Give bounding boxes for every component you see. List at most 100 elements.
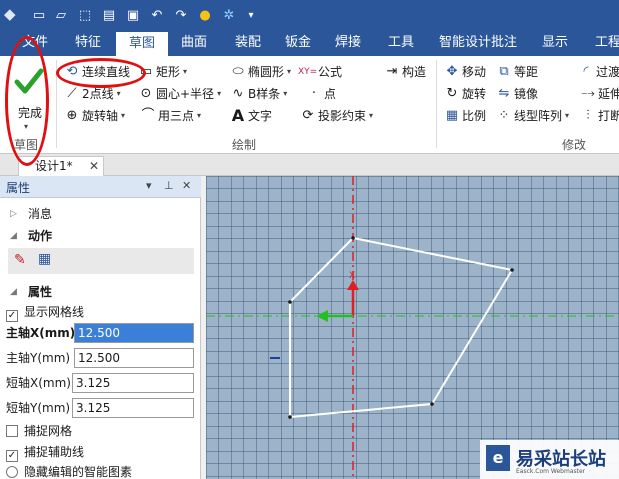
continuous-line-button[interactable]: ⟲ 连续直线: [64, 62, 130, 82]
calendar-icon[interactable]: ▦: [38, 251, 51, 267]
open-icon[interactable]: ▱: [52, 6, 70, 24]
array-icon: ⁘: [498, 108, 510, 123]
major-y-label: 主轴Y(mm): [6, 351, 71, 365]
vertex[interactable]: [510, 268, 514, 272]
section-messages-label: 消息: [28, 207, 53, 221]
tab-assembly[interactable]: 装配: [222, 30, 274, 56]
edit-icon[interactable]: ✎: [14, 252, 26, 268]
chevron-down-icon: ◢: [10, 287, 17, 297]
mirror-button[interactable]: ⇋ 镜像: [496, 84, 538, 104]
revolve-axis-button[interactable]: ⊕ 旋转轴 ▾: [64, 106, 125, 126]
tab-sheet-metal[interactable]: 钣金: [276, 30, 320, 56]
radio-icon: [6, 466, 18, 478]
section-messages[interactable]: ▷ 消息: [0, 204, 201, 224]
scale-button[interactable]: ▦ 比例: [444, 106, 486, 126]
undo-icon[interactable]: ↶: [148, 6, 166, 24]
rotate-button[interactable]: ↻ 旋转: [444, 84, 486, 104]
tab-display[interactable]: 显示: [532, 30, 578, 56]
scale-label: 比例: [462, 109, 487, 123]
three-point-button[interactable]: ⌒ 用三点 ▾: [140, 106, 201, 126]
tab-smart-annotation[interactable]: 智能设计批注: [432, 30, 524, 56]
section-properties-label: 属性: [28, 285, 53, 299]
panel-header: 属性 ▾ ⊥ ✕: [0, 176, 201, 198]
app-logo-icon[interactable]: ◆: [4, 5, 24, 25]
done-button[interactable]: 完成 ▾: [6, 62, 50, 142]
chevron-down-icon: ▾: [287, 67, 292, 76]
close-icon[interactable]: ✕: [89, 157, 99, 175]
break-label: 打断: [598, 109, 619, 123]
snap-grid-label: 捕捉网格: [24, 424, 73, 438]
major-y-input[interactable]: [74, 348, 194, 368]
vertex[interactable]: [351, 236, 355, 240]
document-tab[interactable]: 设计1* ✕: [18, 156, 104, 176]
construct-icon: ⇥: [386, 64, 398, 79]
tab-sketch[interactable]: 草图: [116, 32, 168, 56]
break-button[interactable]: ⫶ 打断: [580, 106, 619, 126]
tab-welding[interactable]: 焊接: [324, 30, 372, 56]
bulb-icon[interactable]: ●: [196, 6, 214, 24]
linear-array-label: 线型阵列: [514, 109, 563, 123]
construct-button[interactable]: ⇥ 构造: [384, 62, 426, 82]
snap-guides-checkbox[interactable]: ✓ 捕捉辅助线: [6, 442, 84, 462]
snap-grid-checkbox[interactable]: 捕捉网格: [6, 421, 72, 441]
major-x-input[interactable]: [74, 323, 194, 343]
snap-guides-label: 捕捉辅助线: [24, 445, 85, 459]
vertex[interactable]: [288, 300, 292, 304]
tab-tools[interactable]: 工具: [376, 30, 426, 56]
move-button[interactable]: ✥ 移动: [444, 62, 486, 82]
dropdown-icon[interactable]: ▾: [146, 179, 152, 192]
minor-x-input[interactable]: [72, 373, 194, 393]
show-grid-checkbox[interactable]: ✓ 显示网格线: [6, 302, 84, 322]
hide-smart-elements-checkbox[interactable]: 隐藏编辑的智能图素: [6, 462, 132, 479]
chevron-down-icon: ◢: [10, 231, 17, 241]
minor-x-label: 短轴X(mm): [6, 376, 71, 390]
text-button[interactable]: A 文字: [230, 106, 272, 126]
vertex[interactable]: [288, 415, 292, 419]
offset-button[interactable]: ⧉ 等距: [496, 62, 538, 82]
tab-engineering[interactable]: 工程: [588, 30, 619, 56]
more-icon[interactable]: ▾: [242, 6, 260, 24]
tab-file[interactable]: 文件: [12, 30, 58, 56]
chevron-down-icon: ▾: [116, 89, 121, 98]
sketch-canvas[interactable]: X: [206, 176, 619, 479]
tab-features[interactable]: 特征: [62, 30, 114, 56]
rectangle-label: 矩形: [156, 65, 181, 79]
minor-y-input[interactable]: [72, 398, 194, 418]
close-icon[interactable]: ✕: [182, 179, 191, 192]
section-properties[interactable]: ◢ 属性: [0, 282, 201, 302]
vertex[interactable]: [430, 402, 434, 406]
save-as-icon[interactable]: ⬚: [76, 6, 94, 24]
extend-button[interactable]: ⤍ 延伸: [580, 84, 619, 104]
show-grid-label: 显示网格线: [24, 305, 85, 319]
two-point-line-button[interactable]: ⟋ 2点线 ▾: [64, 84, 121, 104]
star-icon[interactable]: ✲: [220, 6, 238, 24]
project-constraint-button[interactable]: ⟳ 投影约束 ▾: [300, 106, 373, 126]
circle-button[interactable]: ⊙ 圆心+半径 ▾: [138, 84, 222, 104]
watermark-subtext: Easck.Com Webmaster: [516, 468, 586, 475]
text-label: 文字: [248, 109, 273, 123]
new-icon[interactable]: ▭: [30, 6, 48, 24]
chevron-down-icon: ▾: [197, 111, 202, 120]
grid: [206, 176, 619, 479]
chevron-down-icon: ▾: [369, 111, 374, 120]
print-icon[interactable]: ▤: [100, 6, 118, 24]
formula-button[interactable]: XY= 公式: [298, 62, 342, 82]
axis-label: X: [349, 271, 355, 281]
redo-icon[interactable]: ↷: [172, 6, 190, 24]
rectangle-button[interactable]: ▭ 矩形 ▾: [138, 62, 187, 82]
linear-array-button[interactable]: ⁘ 线型阵列 ▾: [496, 106, 569, 126]
group-label-modify: 修改: [562, 138, 587, 152]
chevron-right-icon: ▷: [10, 209, 17, 219]
formula-icon: XY=: [298, 67, 318, 77]
group-label-sketch: 草图: [14, 138, 39, 152]
spline-icon: ∿: [232, 86, 244, 101]
pin-icon[interactable]: ⊥: [164, 179, 174, 192]
save-icon[interactable]: ▣: [124, 6, 142, 24]
transition-button[interactable]: ◜ 过渡: [578, 62, 619, 82]
circle-icon: ⊙: [140, 86, 152, 101]
bspline-button[interactable]: ∿ B样条 ▾: [230, 84, 288, 104]
ellipse-button[interactable]: ⬭ 椭圆形 ▾: [230, 62, 291, 82]
section-actions[interactable]: ◢ 动作: [0, 226, 201, 246]
tab-surface[interactable]: 曲面: [168, 30, 220, 56]
point-button[interactable]: · 点: [306, 84, 336, 104]
